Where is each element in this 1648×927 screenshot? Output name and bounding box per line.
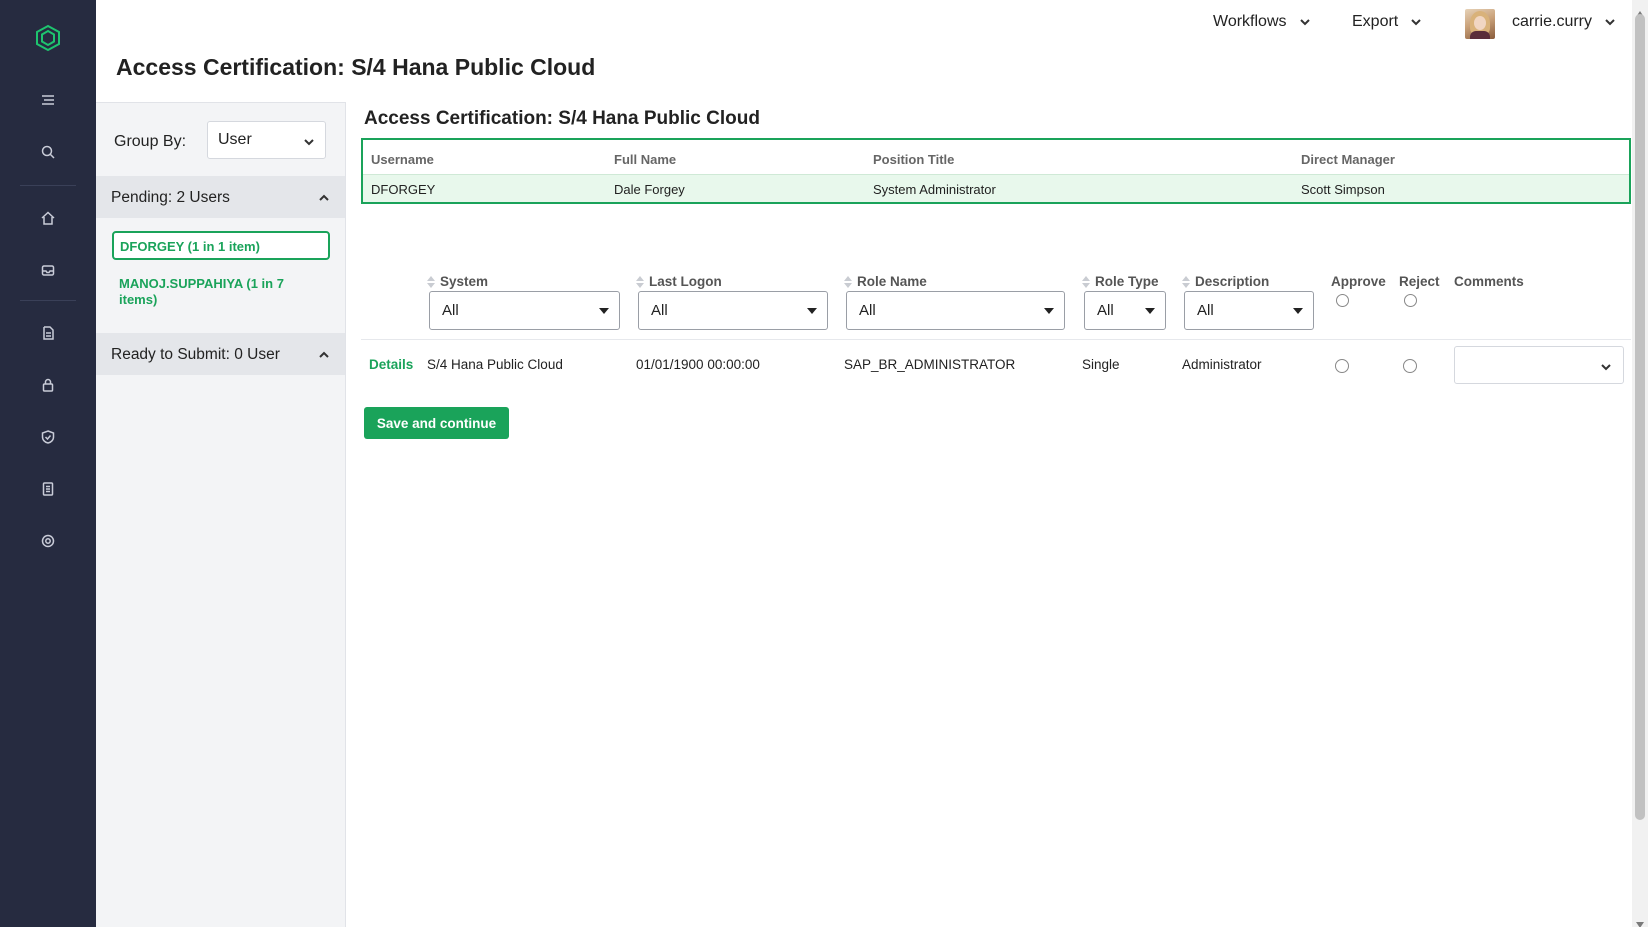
role-name-filter-select[interactable]: All: [846, 291, 1065, 330]
user-menu[interactable]: carrie.curry: [1512, 13, 1616, 31]
cell-role-type: Single: [1082, 357, 1120, 372]
comments-select[interactable]: [1454, 346, 1624, 384]
column-header-last-logon[interactable]: Last Logon: [649, 274, 722, 289]
cell-username: DFORGEY: [371, 182, 436, 197]
user-item[interactable]: MANOJ.SUPPAHIYA (1 in 7 items): [119, 276, 319, 308]
pending-section-header[interactable]: Pending: 2 Users: [96, 176, 345, 218]
sort-icon[interactable]: [1182, 275, 1190, 288]
export-menu[interactable]: Export: [1352, 13, 1422, 31]
scroll-up-arrow-icon[interactable]: [1636, 4, 1644, 17]
home-icon[interactable]: [40, 210, 56, 226]
reject-all-radio[interactable]: [1404, 294, 1417, 307]
group-by-label: Group By:: [114, 133, 187, 150]
sort-icon[interactable]: [427, 275, 435, 288]
nav-divider: [20, 300, 76, 301]
section-heading: Access Certification: S/4 Hana Public Cl…: [364, 108, 760, 129]
column-header-full-name: Full Name: [614, 152, 677, 167]
column-header-username: Username: [371, 152, 434, 167]
cell-description: Administrator: [1182, 357, 1262, 372]
username-label: carrie.curry: [1512, 13, 1593, 30]
nav-rail: [0, 0, 96, 927]
sort-icon[interactable]: [844, 275, 852, 288]
approve-all-radio[interactable]: [1336, 294, 1349, 307]
cell-role-name: SAP_BR_ADMINISTRATOR: [844, 357, 1016, 372]
table-row[interactable]: DFORGEY Dale Forgey System Administrator…: [363, 174, 1629, 202]
column-header-position-title: Position Title: [873, 152, 955, 167]
user-item-selected[interactable]: DFORGEY (1 in 1 item): [112, 231, 330, 260]
cell-full-name: Dale Forgey: [614, 182, 685, 197]
inbox-icon[interactable]: [40, 262, 56, 278]
ready-section-header[interactable]: Ready to Submit: 0 User: [96, 333, 345, 375]
column-header-system[interactable]: System: [440, 274, 488, 289]
search-icon[interactable]: [40, 144, 56, 160]
chevron-down-icon: [1299, 19, 1310, 26]
cell-system: S/4 Hana Public Cloud: [427, 357, 563, 372]
role-type-filter-select[interactable]: All: [1084, 291, 1166, 330]
page-title: Access Certification: S/4 Hana Public Cl…: [116, 54, 596, 80]
save-and-continue-button[interactable]: Save and continue: [364, 407, 509, 439]
chevron-up-icon: [319, 351, 329, 358]
user-summary-table: Username Full Name Position Title Direct…: [361, 138, 1631, 204]
chevron-down-icon: [1411, 19, 1421, 26]
vertical-scrollbar[interactable]: [1632, 0, 1648, 927]
ready-header-label: Ready to Submit: 0 User: [111, 346, 280, 363]
role-name-filter-value: All: [859, 302, 876, 319]
pending-header-label: Pending: 2 Users: [111, 189, 230, 206]
column-header-role-type[interactable]: Role Type: [1095, 274, 1159, 289]
nav-divider: [20, 185, 76, 186]
scroll-down-arrow-icon[interactable]: [1636, 915, 1644, 927]
scrollbar-thumb[interactable]: [1635, 14, 1645, 820]
approve-radio[interactable]: [1335, 359, 1349, 373]
avatar[interactable]: [1465, 9, 1495, 39]
cell-last-logon: 01/01/1900 00:00:00: [636, 357, 760, 372]
last-logon-filter-select[interactable]: All: [638, 291, 828, 330]
chevron-down-icon: [1605, 19, 1615, 26]
settings-icon[interactable]: [40, 533, 56, 549]
description-filter-select[interactable]: All: [1184, 291, 1314, 330]
workflows-menu[interactable]: Workflows: [1213, 13, 1311, 31]
lock-icon[interactable]: [40, 377, 56, 393]
role-type-filter-value: All: [1097, 302, 1114, 319]
system-filter-select[interactable]: All: [429, 291, 620, 330]
chevron-down-icon: [1293, 308, 1303, 314]
app-root: Workflows Export carrie.curry Access Cer…: [0, 0, 1648, 927]
system-filter-value: All: [442, 302, 459, 319]
report-icon[interactable]: [40, 481, 56, 497]
details-link[interactable]: Details: [369, 357, 413, 372]
app-logo-icon[interactable]: [34, 24, 62, 52]
chevron-down-icon: [304, 139, 314, 146]
column-header-approve: Approve: [1331, 274, 1386, 289]
group-by-value: User: [218, 131, 252, 148]
shield-icon[interactable]: [40, 429, 56, 445]
chevron-down-icon: [1044, 308, 1054, 314]
document-icon[interactable]: [40, 325, 56, 341]
column-header-reject: Reject: [1399, 274, 1440, 289]
description-filter-value: All: [1197, 302, 1214, 319]
last-logon-filter-value: All: [651, 302, 668, 319]
cell-position-title: System Administrator: [873, 182, 996, 197]
cell-direct-manager: Scott Simpson: [1301, 182, 1385, 197]
column-header-description[interactable]: Description: [1195, 274, 1269, 289]
group-panel: Group By: User Pending: 2 Users DFORGEY …: [96, 102, 346, 927]
chevron-up-icon: [319, 194, 329, 201]
menu-icon[interactable]: [40, 92, 56, 108]
column-header-comments: Comments: [1454, 274, 1524, 289]
workflows-label: Workflows: [1213, 13, 1287, 30]
sort-icon[interactable]: [636, 275, 644, 288]
column-header-direct-manager: Direct Manager: [1301, 152, 1395, 167]
chevron-down-icon: [1601, 364, 1611, 371]
column-header-role-name[interactable]: Role Name: [857, 274, 927, 289]
chevron-down-icon: [599, 308, 609, 314]
sort-icon[interactable]: [1082, 275, 1090, 288]
group-by-select[interactable]: User: [207, 121, 326, 159]
reject-radio[interactable]: [1403, 359, 1417, 373]
row-divider: [361, 339, 1631, 340]
chevron-down-icon: [807, 308, 817, 314]
chevron-down-icon: [1145, 308, 1155, 314]
export-label: Export: [1352, 13, 1399, 30]
